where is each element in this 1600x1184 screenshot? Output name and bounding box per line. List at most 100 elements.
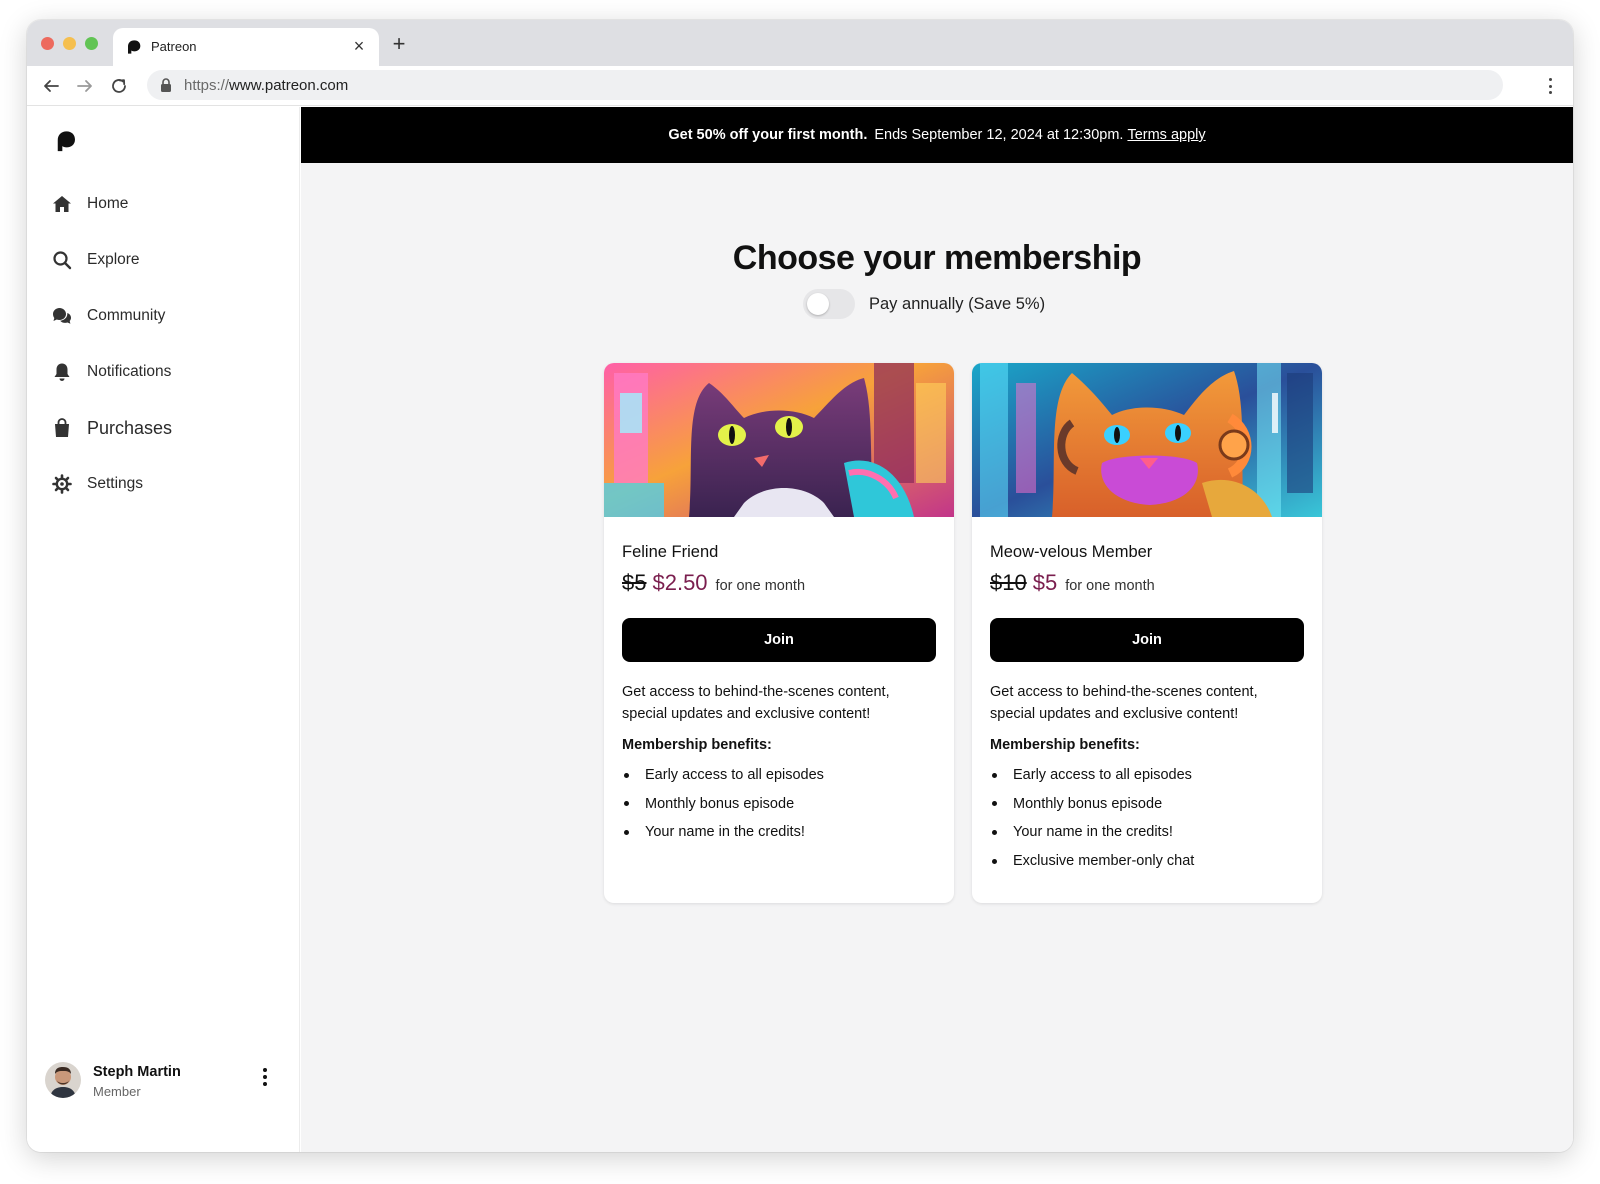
page-title: Choose your membership: [732, 239, 1142, 277]
sidebar-item-home[interactable]: Home: [51, 187, 281, 221]
benefit-text: Early access to all episodes: [1013, 767, 1192, 784]
browser-menu-icon[interactable]: [1541, 75, 1559, 97]
patreon-favicon-icon: [128, 40, 141, 54]
lock-icon: [161, 78, 171, 92]
membership-card-meow-velous-member: Meow-velous Member $10 $5 for one month …: [972, 363, 1322, 903]
search-icon: [53, 251, 72, 270]
price-period: for one month: [715, 578, 806, 594]
patreon-logo-icon[interactable]: [55, 129, 77, 153]
promo-offer: Get 50% off your first month.: [668, 127, 868, 143]
tab-title: Patreon: [151, 39, 197, 54]
sidebar-item-label: Explore: [87, 251, 140, 268]
sidebar-item-label: Home: [87, 195, 129, 212]
tier-name: Meow-velous Member: [990, 543, 1153, 561]
tab-strip: Patreon × +: [27, 20, 1573, 66]
sidebar-item-purchases[interactable]: Purchases: [51, 411, 281, 445]
sidebar-item-community[interactable]: Community: [51, 299, 281, 333]
join-button[interactable]: Join: [622, 618, 936, 662]
tier-description: Get access to behind-the-scenes content,…: [622, 684, 890, 722]
bullet-icon: [624, 829, 629, 835]
original-price: $5: [622, 570, 647, 595]
tier-name: Feline Friend: [622, 543, 719, 561]
user-avatar-icon: [45, 1062, 81, 1098]
minimize-window-button[interactable]: [63, 37, 76, 50]
tier-price: $5 $2.50 for one month: [622, 570, 805, 596]
list-item: Early access to all episodes: [622, 761, 936, 790]
tab-close-icon[interactable]: ×: [349, 36, 369, 56]
user-role: Member: [93, 1084, 141, 1099]
sale-price: $2.50: [652, 570, 708, 595]
benefit-text: Your name in the credits!: [645, 824, 805, 841]
sidebar-item-notifications[interactable]: Notifications: [51, 355, 281, 389]
benefits-title: Membership benefits:: [990, 737, 1140, 753]
terms-link[interactable]: Terms apply: [1127, 127, 1205, 143]
url-host: www.patreon.com: [229, 77, 349, 94]
gear-icon: [52, 474, 72, 494]
join-button[interactable]: Join: [990, 618, 1304, 662]
benefit-text: Monthly bonus episode: [1013, 795, 1163, 812]
tier-price: $10 $5 for one month: [990, 570, 1155, 596]
sidebar-item-label: Notifications: [87, 363, 172, 380]
bullet-icon: [992, 772, 997, 778]
benefits-list: Early access to all episodes Monthly bon…: [622, 761, 936, 847]
promo-ends: Ends September 12, 2024 at 12:30pm.: [874, 127, 1124, 143]
list-item: Your name in the credits!: [990, 818, 1304, 847]
chat-bubbles-icon: [53, 308, 71, 324]
maximize-window-button[interactable]: [85, 37, 98, 50]
arrow-left-icon: [44, 80, 59, 92]
close-window-button[interactable]: [41, 37, 54, 50]
bullet-icon: [992, 801, 997, 807]
tier-image: [972, 363, 1322, 517]
avatar[interactable]: [45, 1062, 81, 1098]
home-icon: [53, 196, 71, 212]
new-tab-button[interactable]: +: [389, 33, 409, 55]
reload-button[interactable]: [107, 74, 131, 98]
address-bar[interactable]: https://www.patreon.com: [147, 70, 1503, 100]
main-content: Get 50% off your first month. Ends Septe…: [301, 107, 1573, 1152]
list-item: Monthly bonus episode: [990, 790, 1304, 819]
price-period: for one month: [1065, 578, 1155, 594]
bullet-icon: [624, 772, 629, 778]
benefits-list: Early access to all episodes Monthly bon…: [990, 761, 1304, 875]
url-text: https://www.patreon.com: [184, 77, 348, 94]
shopping-bag-icon: [55, 418, 69, 437]
list-item: Monthly bonus episode: [622, 790, 936, 819]
benefit-text: Early access to all episodes: [645, 767, 824, 784]
sidebar-item-explore[interactable]: Explore: [51, 243, 281, 277]
more-options-icon[interactable]: [259, 1066, 271, 1088]
browser-toolbar: https://www.patreon.com: [27, 66, 1573, 106]
original-price: $10: [990, 570, 1027, 595]
tier-description: Get access to behind-the-scenes content,…: [990, 684, 1258, 722]
user-name: Steph Martin: [93, 1064, 181, 1080]
membership-card-feline-friend: Feline Friend $5 $2.50 for one month Joi…: [604, 363, 954, 903]
bullet-icon: [992, 829, 997, 835]
toggle-knob: [807, 293, 829, 315]
bell-icon: [54, 363, 70, 381]
sale-price: $5: [1032, 570, 1058, 595]
bullet-icon: [992, 858, 997, 864]
annual-billing-toggle[interactable]: [803, 289, 855, 319]
bullet-icon: [624, 801, 629, 807]
sidebar-item-label: Purchases: [87, 417, 173, 438]
benefits-title: Membership benefits:: [622, 737, 772, 753]
sidebar-item-label: Settings: [87, 475, 144, 492]
list-item: Your name in the credits!: [622, 818, 936, 847]
tier-image: [604, 363, 954, 517]
user-profile[interactable]: Steph Martin Member: [45, 1062, 285, 1102]
forward-button[interactable]: [73, 74, 97, 98]
annual-billing-label: Pay annually (Save 5%): [869, 294, 1046, 313]
sidebar: Home Explore Community Notifications Pur…: [27, 107, 300, 1152]
sidebar-item-settings[interactable]: Settings: [51, 467, 281, 501]
browser-window: Patreon × + https://www.patreon.com Home: [27, 20, 1573, 1152]
list-item: Early access to all episodes: [990, 761, 1304, 790]
benefit-text: Your name in the credits!: [1013, 824, 1173, 841]
browser-tab[interactable]: Patreon ×: [113, 28, 379, 66]
back-button[interactable]: [39, 74, 63, 98]
benefit-text: Monthly bonus episode: [645, 795, 795, 812]
arrow-right-icon: [77, 80, 92, 92]
benefit-text: Exclusive member-only chat: [1013, 853, 1195, 870]
list-item: Exclusive member-only chat: [990, 847, 1304, 876]
reload-icon: [112, 79, 126, 93]
sidebar-item-label: Community: [87, 307, 166, 324]
promo-banner: Get 50% off your first month. Ends Septe…: [301, 107, 1573, 163]
